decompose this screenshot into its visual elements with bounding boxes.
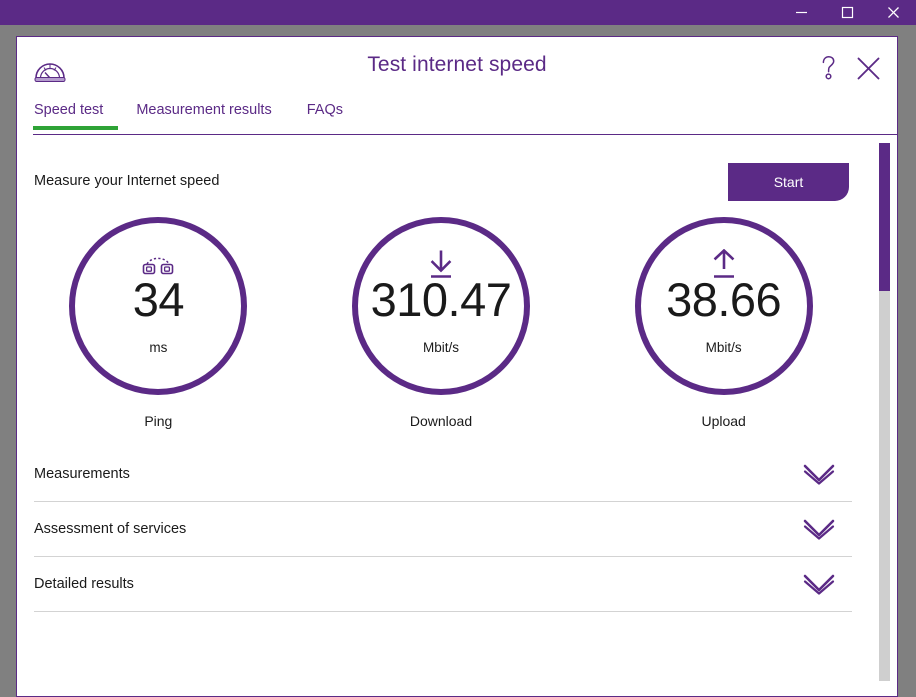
tab-faqs[interactable]: FAQs [307, 99, 361, 130]
accordion-detailed-results[interactable]: Detailed results [34, 557, 852, 612]
chevron-down-icon[interactable] [802, 463, 852, 485]
gauge-caption: Download [409, 413, 473, 429]
gauge-value: 38.66 [666, 272, 782, 326]
gauge-ping: 34 ms Ping [38, 217, 278, 429]
close-icon [887, 7, 899, 18]
accordion-list: Measurements Assessment of services Deta… [34, 447, 852, 612]
header-actions [813, 51, 883, 85]
maximize-icon [841, 6, 853, 19]
upload-arrow-icon [709, 249, 739, 281]
accordion-measurements[interactable]: Measurements [34, 447, 852, 502]
speed-gauges: 34 ms Ping 310.47 Mbit/s Download 38.66 … [17, 217, 865, 429]
measure-row: Measure your Internet speed Start [17, 163, 865, 203]
gauge-caption: Ping [144, 413, 173, 429]
app-header: Test internet speed [17, 37, 897, 99]
tab-measurement-results[interactable]: Measurement results [136, 99, 289, 130]
gauge-dial: 310.47 Mbit/s [351, 217, 530, 395]
minimize-icon [795, 11, 807, 14]
download-arrow-icon [426, 249, 456, 281]
question-mark-icon[interactable] [813, 51, 843, 85]
app-panel: Test internet speed Speed test Measureme… [16, 36, 898, 697]
accordion-label: Measurements [34, 466, 130, 482]
tab-label: FAQs [306, 102, 343, 118]
gauge-dial: 34 ms [69, 217, 248, 395]
gauge-dial: 38.66 Mbit/s [634, 217, 813, 395]
start-button[interactable]: Start [728, 163, 849, 201]
scrollbar-track [879, 291, 890, 681]
measure-heading: Measure your Internet speed [34, 173, 220, 189]
gauge-upload: 38.66 Mbit/s Upload [604, 217, 844, 429]
accordion-label: Assessment of services [34, 521, 187, 537]
ping-latency-icon [141, 249, 175, 281]
content-scrollbar[interactable] [879, 143, 890, 681]
chevron-down-icon[interactable] [802, 573, 852, 595]
gauge-unit: Mbit/s [422, 339, 459, 355]
tab-label: Measurement results [136, 102, 272, 118]
tab-bar: Speed test Measurement results FAQs [17, 99, 897, 135]
page-title: Test internet speed [367, 53, 547, 76]
chevron-down-icon[interactable] [802, 518, 852, 540]
gauge-unit: Mbit/s [705, 339, 742, 355]
window-maximize-button[interactable] [824, 0, 870, 25]
gauge-caption: Upload [701, 413, 746, 429]
content-area: Measure your Internet speed Start 34 ms … [17, 135, 897, 696]
window-minimize-button[interactable] [778, 0, 824, 25]
scrollbar-thumb[interactable] [879, 143, 890, 291]
gauge-value: 310.47 [370, 272, 512, 326]
accordion-assessment-of-services[interactable]: Assessment of services [34, 502, 852, 557]
app-close-icon[interactable] [853, 51, 883, 85]
tab-label: Speed test [34, 102, 104, 118]
gauge-unit: ms [149, 339, 168, 355]
gauge-download: 310.47 Mbit/s Download [321, 217, 561, 429]
accordion-label: Detailed results [34, 576, 134, 592]
window-frame: Test internet speed Speed test Measureme… [0, 25, 916, 697]
gauge-value: 34 [132, 272, 185, 326]
tab-speed-test[interactable]: Speed test [32, 99, 119, 130]
window-close-button[interactable] [870, 0, 916, 25]
window-titlebar [0, 0, 916, 25]
